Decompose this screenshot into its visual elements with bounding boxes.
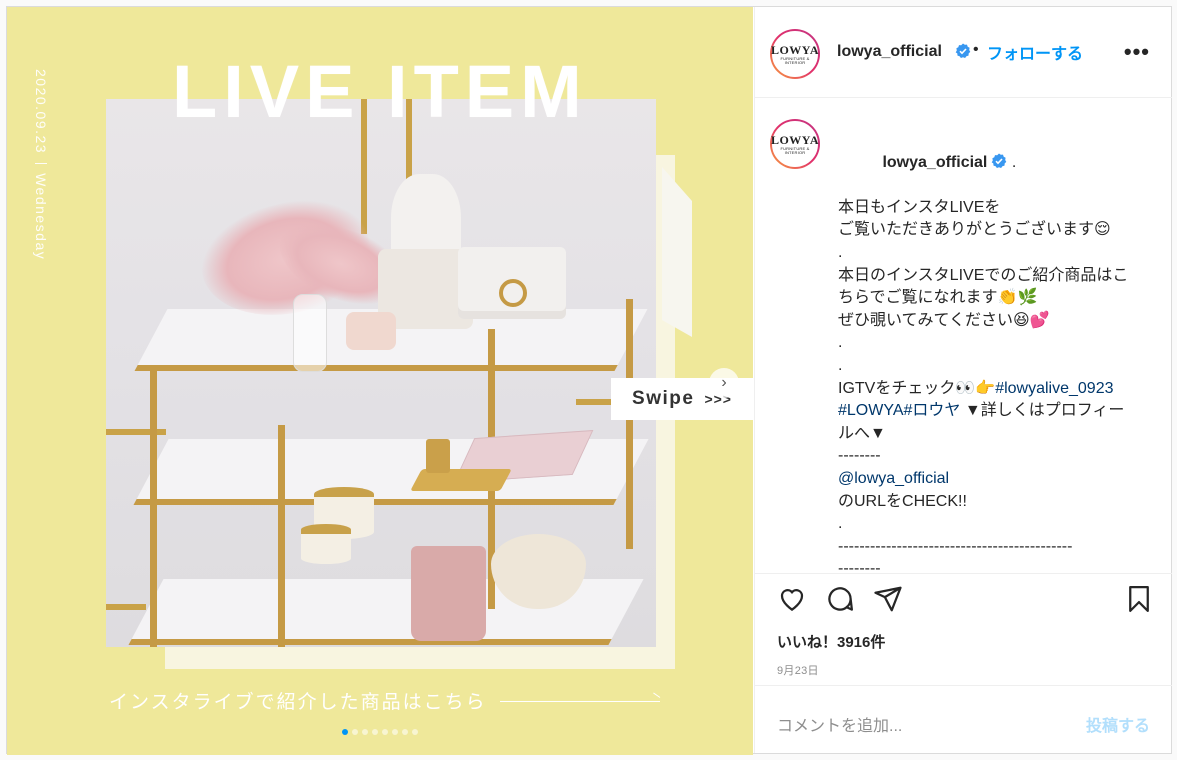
carousel-dot xyxy=(412,729,418,735)
instagram-post-modal: 2020.09.23 Wednesday LIVE ITEM Swipe >>> … xyxy=(6,6,1172,755)
caption-line: ルへ▼ xyxy=(838,423,1156,446)
caption-line: -------- xyxy=(838,445,1156,468)
carousel-indicator xyxy=(7,729,753,735)
caption-line: ----------------------------------------… xyxy=(838,536,1156,559)
weekday: Wednesday xyxy=(33,173,49,261)
caption-text-segment: -------- xyxy=(838,560,881,573)
header-separator: • xyxy=(973,41,979,58)
caption-section: LOWYA FURNITURE & INTERIOR lowya_official… xyxy=(755,99,1172,573)
caption-text-segment: ちらでご覧になれます👏🌿 xyxy=(838,289,1038,307)
chevron-right-icon: › xyxy=(721,374,727,391)
caption-username[interactable]: lowya_official xyxy=(882,154,987,171)
carousel-dot xyxy=(362,729,368,735)
carousel-dot xyxy=(372,729,378,735)
caption-verified-badge-icon xyxy=(987,153,1007,171)
caption-line: IGTVをチェック👀👉#lowyalive_0923 xyxy=(838,378,1156,401)
bookmark-icon[interactable] xyxy=(1124,584,1154,614)
caption-text-segment: -------- xyxy=(838,447,881,465)
post-date-vertical: 2020.09.23 Wednesday xyxy=(31,69,51,299)
paper-plane-icon[interactable] xyxy=(873,584,903,614)
post-date[interactable]: 9月23日 xyxy=(777,662,819,678)
next-slide-button[interactable]: › xyxy=(709,368,739,398)
caption-text-segment: ご覧いただきありがとうございます😌 xyxy=(838,221,1111,239)
caption-text-segment: 本日もインスタLIVEを xyxy=(838,198,1001,216)
heart-icon[interactable] xyxy=(777,584,807,614)
caption-text-segment: ぜひ覗いてみてください😆💕 xyxy=(838,311,1050,329)
avatar[interactable]: LOWYA FURNITURE & INTERIOR xyxy=(770,29,820,79)
caption-line: -------- xyxy=(838,558,1156,573)
caption-line: 本日もインスタLIVEを xyxy=(838,197,1156,220)
carousel-dot xyxy=(402,729,408,735)
caption-text-segment: ▼詳しくはプロフィー xyxy=(960,402,1125,420)
caption-line: ご覧いただきありがとうございます😌 xyxy=(838,219,1156,242)
caption-line: @lowya_official xyxy=(838,468,1156,491)
caption-text-segment: . xyxy=(838,515,843,533)
caption-avatar-logo-text: LOWYA xyxy=(770,132,820,147)
hashtag-link[interactable]: #lowyalive_0923 xyxy=(995,380,1113,397)
carousel-dot xyxy=(392,729,398,735)
caption-text-segment: . xyxy=(838,356,843,374)
caption-text-segment: ルへ▼ xyxy=(838,424,886,442)
likes-count[interactable]: いいね！3916件 xyxy=(777,631,885,652)
caption-line: 本日のインスタLIVEでのご紹介商品はこ xyxy=(838,265,1156,288)
caption-line: #LOWYA#ロウヤ ▼詳しくはプロフィー xyxy=(838,400,1156,423)
carousel-dot xyxy=(342,729,348,735)
caption-line: . xyxy=(838,355,1156,378)
post-header: LOWYA FURNITURE & INTERIOR lowya_official… xyxy=(755,7,1172,98)
caption-text-segment: ----------------------------------------… xyxy=(838,537,1073,555)
avatar-logo-text: LOWYA xyxy=(770,42,820,57)
caption-line: のURLをCHECK!! xyxy=(838,491,1156,514)
follow-button[interactable]: フォローする xyxy=(987,40,1083,64)
caption-text-segment: 本日のインスタLIVEでのご紹介商品はこ xyxy=(838,266,1129,284)
lamp-shade xyxy=(662,167,692,337)
carousel-dot xyxy=(352,729,358,735)
caption-line: . xyxy=(838,242,1156,265)
post-image[interactable]: 2020.09.23 Wednesday LIVE ITEM Swipe >>> … xyxy=(7,7,753,755)
add-comment-bar: コメントを追加... 投稿する xyxy=(755,685,1172,753)
hashtag-link[interactable]: #LOWYA#ロウヤ xyxy=(838,402,960,419)
post-comment-button[interactable]: 投稿する xyxy=(1086,712,1150,736)
image-caption: インスタライブで紹介した商品はこちら xyxy=(109,692,487,713)
caption-text-segment: のURLをCHECK!! xyxy=(838,492,967,510)
caption-text-segment: . xyxy=(838,243,843,261)
caption-line: ちらでご覧になれます👏🌿 xyxy=(838,287,1156,310)
caption-arrow-line xyxy=(500,701,660,702)
product-photo xyxy=(106,99,656,647)
hashtag-link[interactable]: @lowya_official xyxy=(838,470,949,487)
verified-badge-icon xyxy=(951,43,971,62)
header-username[interactable]: lowya_official xyxy=(837,43,942,61)
caption-first-suffix: . xyxy=(1007,153,1017,171)
caption-text-segment: IGTVをチェック👀👉 xyxy=(838,379,996,397)
post-side-panel: LOWYA FURNITURE & INTERIOR lowya_official… xyxy=(754,7,1172,753)
caption-avatar[interactable]: LOWYA FURNITURE & INTERIOR xyxy=(770,119,820,169)
more-options-icon[interactable]: ••• xyxy=(1124,39,1150,65)
date-line: 2020.09.23 xyxy=(33,69,49,155)
live-item-title: LIVE ITEM xyxy=(172,50,588,133)
comment-input[interactable]: コメントを追加... xyxy=(777,712,902,736)
comment-icon[interactable] xyxy=(825,584,855,614)
caption-line: . xyxy=(838,332,1156,355)
swipe-text: Swipe xyxy=(632,388,695,409)
caption-text: lowya_official . 本日もインスタLIVEをご覧いただきありがとう… xyxy=(838,129,1156,573)
caption-line: . xyxy=(838,513,1156,536)
carousel-dot xyxy=(382,729,388,735)
caption-line: ぜひ覗いてみてください😆💕 xyxy=(838,310,1156,333)
caption-text-segment: . xyxy=(838,334,843,352)
